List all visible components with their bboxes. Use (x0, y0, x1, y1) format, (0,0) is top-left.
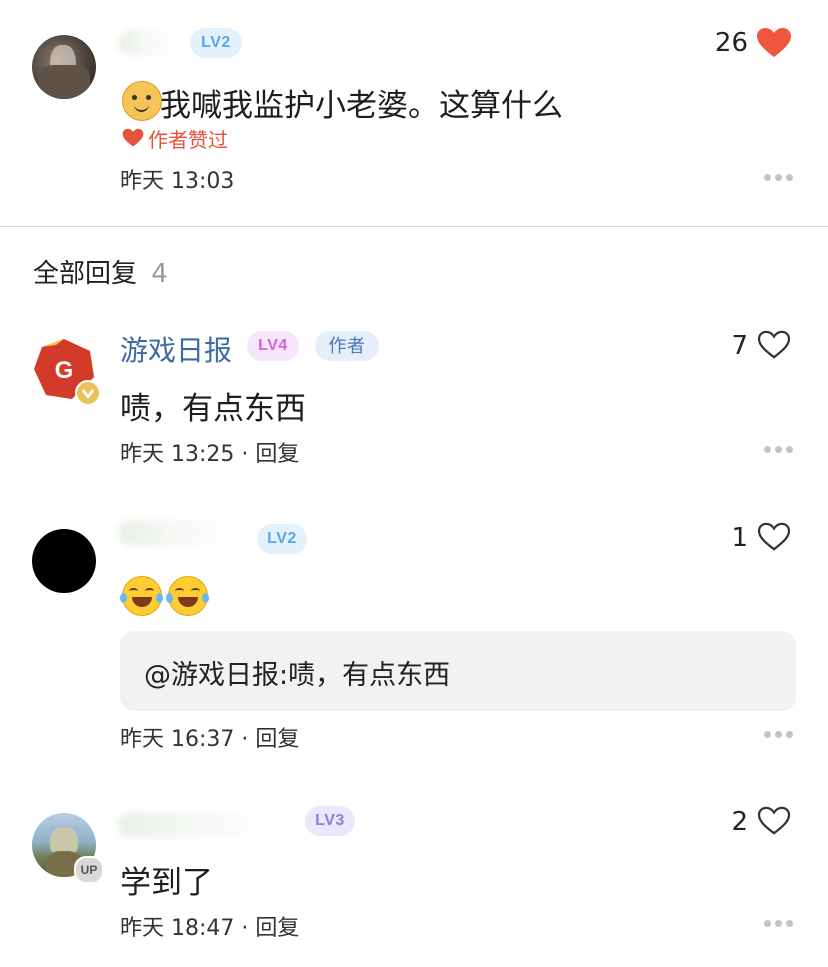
author-tag: 作者 (315, 331, 379, 361)
more-icon[interactable] (764, 920, 794, 928)
level-badge: LV4 (247, 331, 299, 361)
more-icon[interactable] (764, 174, 794, 182)
emoji-icon (122, 81, 162, 121)
up-badge: UP (74, 856, 104, 884)
reply-text: 啧，有点东西 (120, 391, 306, 427)
heart-outline-icon[interactable] (757, 522, 791, 552)
reply-text: 学到了 (120, 865, 213, 901)
user-avatar[interactable]: UP (32, 813, 104, 884)
heart-filled-icon[interactable] (756, 27, 792, 59)
reply-meta[interactable]: 昨天 13:25 · 回复 (120, 436, 299, 468)
more-icon[interactable] (764, 446, 794, 454)
username-blurred[interactable] (118, 30, 180, 56)
quoted-reply-text: @游戏日报:啧，有点东西 (144, 660, 451, 691)
laughing-emoji-icon (166, 576, 209, 616)
username[interactable]: 游戏日报 (120, 329, 232, 369)
level-badge: LV2 (257, 524, 307, 554)
replies-count: 4 (151, 259, 168, 289)
replies-header-label: 全部回复 (33, 259, 138, 289)
replies-header: 全部回复 4 (33, 253, 168, 290)
like-count: 1 (731, 523, 748, 553)
author-liked-label: 作者赞过 (148, 128, 228, 152)
heart-filled-icon (122, 128, 144, 147)
more-icon[interactable] (764, 731, 794, 739)
svg-text:G: G (55, 357, 74, 384)
divider (0, 226, 828, 227)
like-count: 7 (731, 331, 748, 361)
reply-meta[interactable]: 昨天 18:47 · 回复 (120, 910, 299, 942)
verified-icon (75, 380, 101, 406)
username-blurred[interactable] (118, 812, 288, 838)
level-badge: LV2 (190, 28, 242, 58)
comment-time: 昨天 13:03 (120, 169, 235, 194)
heart-outline-icon[interactable] (757, 806, 791, 836)
quoted-reply[interactable]: @游戏日报:啧，有点东西 (120, 631, 796, 711)
reply-meta[interactable]: 昨天 16:37 · 回复 (120, 721, 299, 753)
heart-outline-icon[interactable] (757, 330, 791, 360)
like-count: 26 (714, 28, 748, 58)
comment-text: 我喊我监护小老婆。这算什么 (160, 88, 563, 124)
user-avatar[interactable]: G (32, 337, 101, 406)
laughing-emoji-icon (120, 576, 163, 616)
user-avatar[interactable] (32, 35, 96, 99)
username-blurred[interactable] (118, 520, 248, 546)
user-avatar[interactable] (32, 529, 96, 593)
level-badge: LV3 (305, 806, 355, 836)
like-count: 2 (731, 807, 748, 837)
